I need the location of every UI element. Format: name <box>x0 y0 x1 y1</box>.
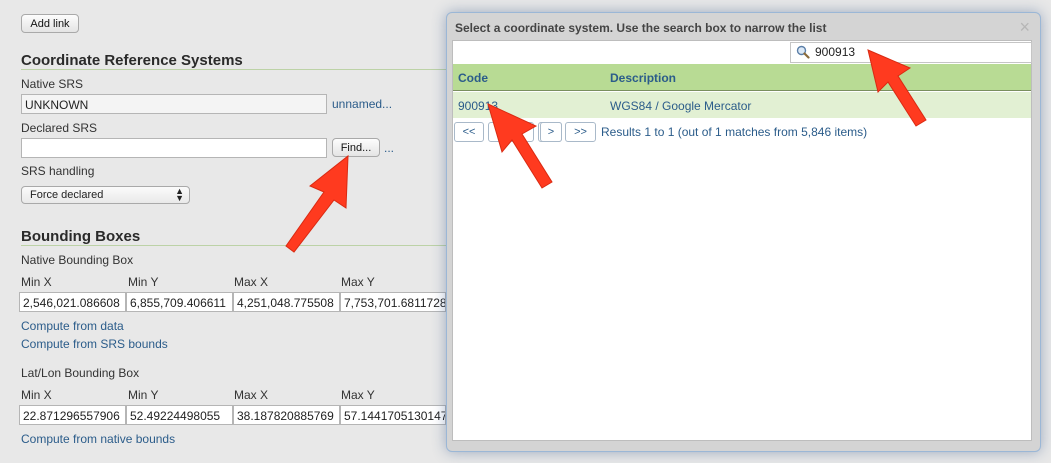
native-minx-label: Min X <box>21 275 52 289</box>
native-maxx-label: Max X <box>234 275 269 289</box>
srs-handling-select[interactable]: Force declared ▲ ▼ <box>21 186 190 204</box>
declared-srs-label: Declared SRS <box>21 121 98 135</box>
results-header: Code Description <box>453 64 1031 91</box>
caret-icon: ▲ ▼ <box>175 186 184 203</box>
native-maxy-input[interactable]: 7,753,701.6811728 <box>340 292 446 312</box>
add-link-button[interactable]: Add link <box>21 14 79 33</box>
native-miny-label: Min Y <box>128 275 159 289</box>
latlon-minx-input[interactable]: 22.871296557906 <box>19 405 126 425</box>
latlon-maxy-input[interactable]: 57.1441705130147 <box>340 405 446 425</box>
native-maxy-label: Max Y <box>341 275 375 289</box>
crs-picker-dialog: Select a coordinate system. Use the sear… <box>446 12 1041 452</box>
srs-handling-value: Force declared <box>30 189 104 201</box>
arrow-annotation-code <box>487 103 553 189</box>
native-miny-input[interactable]: 6,855,709.406611 <box>126 292 233 312</box>
close-icon[interactable]: × <box>1019 17 1030 38</box>
native-maxx-input[interactable]: 4,251,048.775508 <box>233 292 340 312</box>
latlon-maxx-input[interactable]: 38.187820885769 <box>233 405 340 425</box>
col-description-header[interactable]: Description <box>610 71 676 85</box>
search-value: 900913 <box>815 45 856 59</box>
bbox-divider <box>21 245 446 246</box>
latlon-bbox-label: Lat/Lon Bounding Box <box>21 366 140 380</box>
compute-from-srs-link[interactable]: Compute from SRS bounds <box>21 337 168 351</box>
col-code-header[interactable]: Code <box>458 71 488 85</box>
native-srs-field: UNKNOWN <box>21 94 327 114</box>
compute-from-native-link[interactable]: Compute from native bounds <box>21 432 175 446</box>
compute-from-data-link[interactable]: Compute from data <box>21 319 124 333</box>
dialog-title: Select a coordinate system. Use the sear… <box>455 21 827 35</box>
native-bbox-label: Native Bounding Box <box>21 253 134 267</box>
native-minx-input[interactable]: 2,546,021.086608 <box>19 292 126 312</box>
row-description: WGS84 / Google Mercator <box>610 99 752 113</box>
bbox-section-title: Bounding Boxes <box>21 228 141 245</box>
latlon-minx-label: Min X <box>21 388 52 402</box>
arrow-annotation-find <box>285 154 349 253</box>
find-more-link[interactable]: ... <box>384 141 394 155</box>
crs-section-title: Coordinate Reference Systems <box>21 52 243 69</box>
native-srs-link[interactable]: unnamed... <box>332 97 392 111</box>
pager-last-button[interactable]: >> <box>565 122 596 142</box>
native-srs-label: Native SRS <box>21 77 84 91</box>
arrow-annotation-search <box>867 49 927 127</box>
results-summary: Results 1 to 1 (out of 1 matches from 5,… <box>601 125 868 139</box>
latlon-miny-input[interactable]: 52.49224498055 <box>126 405 233 425</box>
srs-handling-label: SRS handling <box>21 164 95 178</box>
latlon-maxx-label: Max X <box>234 388 269 402</box>
search-icon <box>796 45 810 62</box>
latlon-miny-label: Min Y <box>128 388 159 402</box>
crs-divider <box>21 69 446 70</box>
latlon-maxy-label: Max Y <box>341 388 375 402</box>
